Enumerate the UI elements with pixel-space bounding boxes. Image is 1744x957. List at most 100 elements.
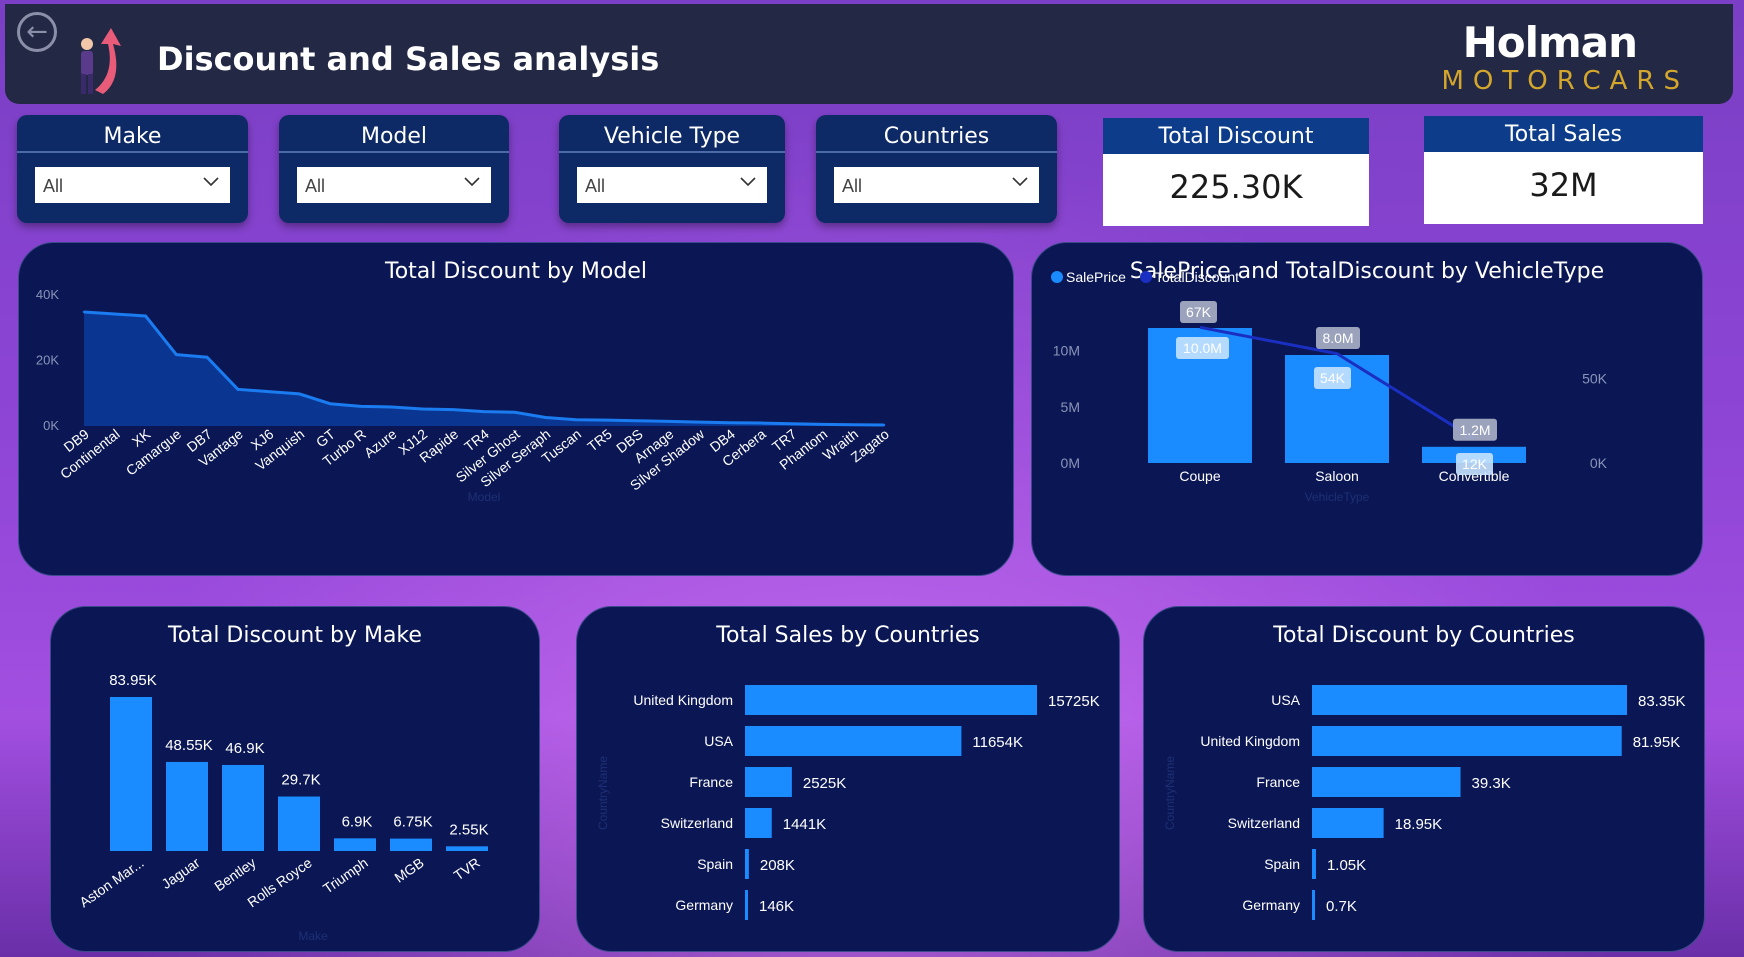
slicer-make-dropdown[interactable]: All [35,167,230,203]
bar [745,849,749,879]
bar [745,890,748,920]
data-point [759,421,763,425]
data-point [390,405,393,409]
chart-price-discount-by-type: SalePrice TotalDiscount 0M 5M 10M 0K 50K Coupe S… [1051,269,1608,504]
x-axis-label: VehicleType [1305,490,1370,504]
data-label-totaldiscount: 12K [1462,456,1488,472]
slicer-vehicle-type-dropdown[interactable]: All [577,167,767,203]
chevron-down-icon [740,177,756,187]
bar [1312,808,1384,838]
panel-discount-by-countries: Total Discount by Countries CountryName U… [1143,606,1705,952]
slicer-model: Model All [279,115,509,223]
data-label-saleprice: 10.0M [1183,340,1222,356]
data-point [82,310,86,314]
data-point [636,419,640,422]
person-arrow-icon [81,28,121,94]
x-axis-label: Model [468,490,501,504]
data-label: 1441K [783,816,826,833]
data-point [359,405,363,408]
slicer-countries-value: All [842,176,863,196]
data-label: 146K [759,898,794,915]
bar [1312,726,1622,756]
y-axis-label: CountryName [1163,756,1177,830]
bar [1312,890,1315,920]
y-tick-label: Germany [1242,897,1300,913]
panel-sales-by-countries: Total Sales by Countries CountryName Unit… [576,606,1120,952]
x-tick-label: Coupe [1179,468,1220,484]
data-label: 1.05K [1327,857,1366,874]
data-label: 2.55K [449,821,488,838]
data-point [236,388,240,391]
x-tick-label: Saloon [1315,468,1359,484]
y-tick-label: USA [704,733,733,749]
data-point [513,411,516,414]
slicer-model-dropdown[interactable]: All [297,167,491,203]
panel-price-discount-by-type: SalePrice and TotalDiscount by VehicleTy… [1031,242,1703,576]
y-tick-label: Switzerland [1228,815,1300,831]
bar [745,726,962,756]
data-label: 15725K [1048,693,1100,710]
x-tick-label: Bentley [211,854,258,894]
data-point [544,416,547,419]
slicer-vehicle-type-label: Vehicle Type [559,115,785,153]
x-tick-label: Jaguar [158,854,203,892]
slicer-vehicle-type: Vehicle Type All [559,115,785,223]
back-arrow-icon[interactable]: ← [17,12,57,52]
chart-discount-by-model: 0K20K40KDB9Continental XKCamargue DB7Vanta… [36,287,892,504]
area-fill [84,312,884,426]
data-label: 46.9K [225,740,264,757]
slicer-countries-dropdown[interactable]: All [834,167,1039,203]
data-point [175,353,178,356]
chevron-down-icon [203,177,219,187]
data-label-saleprice: 8.0M [1322,330,1353,346]
data-point [821,423,824,426]
panel-discount-by-make: Total Discount by Make 83.95K Aston Mar..… [50,606,540,952]
x-tick-label: Triumph [320,854,371,896]
slicer-countries-label: Countries [816,115,1057,153]
slicer-model-value: All [305,176,326,196]
kpi-total-discount-label: Total Discount [1103,118,1369,154]
data-label-saleprice: 1.2M [1459,422,1490,438]
x-axis-label: Make [298,929,328,943]
x-tick-label: Aston Mar... [76,854,146,910]
bar [745,685,1037,715]
legend-label: TotalDiscount [1155,269,1239,285]
brand-logo-name: Holman [1462,18,1638,67]
y-tick-label: Germany [675,897,733,913]
bar [222,764,264,851]
kpi-total-discount-value: 225.30K [1169,168,1303,206]
data-point [267,390,270,393]
bar [745,767,792,797]
bar [166,761,208,851]
data-point [605,418,609,422]
x-tick-label: TR5 [584,426,615,455]
y-tick-label: Spain [1264,856,1300,872]
bar [278,796,320,851]
data-label: 48.55K [165,737,213,754]
data-point [852,423,855,426]
data-label: 6.75K [393,814,432,831]
data-point [298,392,301,396]
panel-discount-by-model: Total Discount by Model 0K 20K 40K DB9 Conti… [18,242,1014,576]
data-label: 83.35K [1638,693,1686,710]
data-label: 0.7K [1326,898,1357,915]
brand-logo-subtitle: MOTORCARS [1441,66,1689,96]
bar [334,838,376,851]
y2-tick-label: 0K [1590,455,1608,471]
header-bar: ← Discount and Sales analysis Holman MOT… [5,4,1733,104]
y-tick-label: 0K [43,418,59,433]
chevron-down-icon [464,177,480,187]
x-tick-label: Azure [361,426,400,461]
slicer-make-label: Make [17,115,248,153]
data-label: 83.95K [109,672,157,689]
data-label-totaldiscount: 67K [1186,304,1212,320]
data-point [205,356,209,359]
bar [745,808,772,838]
x-tick-label: Continental [57,426,123,482]
data-label: 208K [760,857,795,874]
data-point [113,312,116,316]
x-tick-label: TVR [451,854,483,883]
y-tick-label: 10M [1053,343,1080,359]
data-point [482,410,486,413]
kpi-total-discount: Total Discount 225.30K [1103,118,1369,226]
